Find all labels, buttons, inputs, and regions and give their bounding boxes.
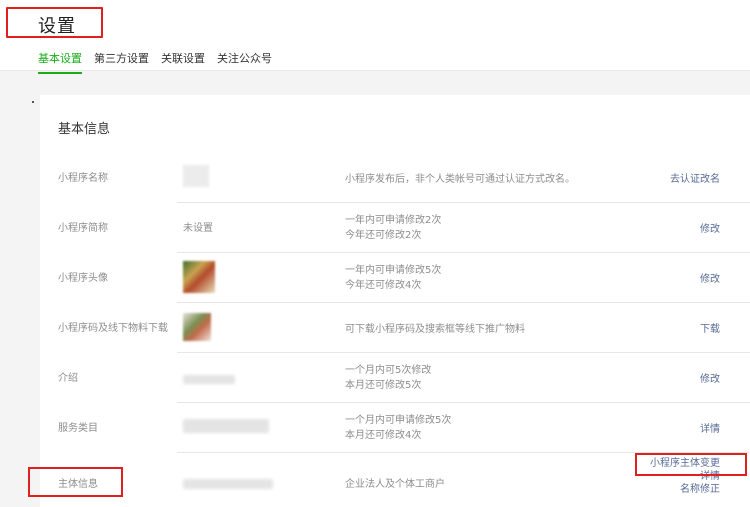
row-label: 小程序简称 bbox=[58, 223, 108, 234]
row-qr-code-download: 小程序码及线下物料下载 可下载小程序码及搜索框等线下推广物料 下载 bbox=[40, 303, 750, 353]
row-desc: 一年内可申请修改2次 今年还可修改2次 bbox=[345, 213, 441, 243]
row-label: 服务类目 bbox=[58, 423, 98, 434]
desc-line: 一年内可申请修改5次 bbox=[345, 265, 442, 276]
tab-follow-official-account[interactable]: 关注公众号 bbox=[217, 50, 272, 74]
desc-line: 本月还可修改4次 bbox=[345, 430, 422, 441]
row-introduction: 介绍 一个月内可5次修改 本月还可修改5次 修改 bbox=[40, 353, 750, 403]
desc-line: 一个月内可5次修改 bbox=[345, 365, 432, 376]
edit-intro-link[interactable]: 修改 bbox=[700, 373, 720, 386]
desc-line: 一个月内可申请修改5次 bbox=[345, 415, 452, 426]
basic-info-card: 基本信息 小程序名称 小程序发布后，非个人类帐号可通过认证方式改名。 去认证改名… bbox=[40, 95, 750, 507]
desc-line: 本月还可修改5次 bbox=[345, 380, 422, 391]
row-desc: 一个月内可5次修改 本月还可修改5次 bbox=[345, 363, 431, 393]
page-header: 设置 基本设置 第三方设置 关联设置 关注公众号 bbox=[0, 0, 750, 74]
entity-change-highlight-box bbox=[635, 453, 747, 476]
blurred-name-image bbox=[183, 165, 209, 187]
row-value: 未设置 bbox=[183, 223, 213, 234]
name-correction-link[interactable]: 名称修正 bbox=[650, 483, 720, 496]
row-label: 小程序头像 bbox=[58, 273, 108, 284]
desc-line: 今年还可修改2次 bbox=[345, 230, 422, 241]
row-label: 介绍 bbox=[58, 373, 78, 384]
blurred-intro-text bbox=[183, 375, 235, 384]
row-desc: 可下载小程序码及搜索框等线下推广物料 bbox=[345, 324, 525, 335]
edit-short-name-link[interactable]: 修改 bbox=[700, 223, 720, 236]
entity-label-highlight-box bbox=[28, 467, 123, 497]
row-short-name: 小程序简称 未设置 一年内可申请修改2次 今年还可修改2次 修改 bbox=[40, 203, 750, 253]
row-desc: 一个月内可申请修改5次 本月还可修改4次 bbox=[345, 413, 451, 443]
tab-association-settings[interactable]: 关联设置 bbox=[161, 50, 205, 74]
service-category-details-link[interactable]: 详情 bbox=[700, 423, 720, 436]
avatar bbox=[183, 261, 215, 293]
row-mini-program-name: 小程序名称 小程序发布后，非个人类帐号可通过认证方式改名。 去认证改名 bbox=[40, 153, 750, 203]
stray-dot bbox=[32, 101, 34, 103]
blurred-category-text bbox=[183, 419, 269, 433]
download-link[interactable]: 下载 bbox=[700, 323, 720, 336]
row-desc: 小程序发布后，非个人类帐号可通过认证方式改名。 bbox=[345, 174, 575, 185]
row-avatar: 小程序头像 一年内可申请修改5次 今年还可修改4次 修改 bbox=[40, 253, 750, 303]
row-label: 小程序码及线下物料下载 bbox=[58, 323, 168, 334]
row-desc: 企业法人及个体工商户 bbox=[345, 479, 445, 490]
settings-tabs: 基本设置 第三方设置 关联设置 关注公众号 bbox=[38, 50, 272, 74]
row-label: 小程序名称 bbox=[58, 173, 108, 184]
qr-code-thumbnail bbox=[183, 313, 211, 341]
section-title: 基本信息 bbox=[58, 122, 111, 137]
blurred-entity-name bbox=[183, 479, 273, 489]
tab-basic-settings[interactable]: 基本设置 bbox=[38, 50, 82, 74]
edit-avatar-link[interactable]: 修改 bbox=[700, 273, 720, 286]
row-service-category: 服务类目 一个月内可申请修改5次 本月还可修改4次 详情 bbox=[40, 403, 750, 453]
rename-by-verification-link[interactable]: 去认证改名 bbox=[670, 173, 720, 186]
desc-line: 今年还可修改4次 bbox=[345, 280, 422, 291]
title-highlight-box bbox=[6, 7, 103, 38]
tab-third-party-settings[interactable]: 第三方设置 bbox=[94, 50, 149, 74]
row-desc: 一年内可申请修改5次 今年还可修改4次 bbox=[345, 263, 441, 293]
desc-line: 一年内可申请修改2次 bbox=[345, 215, 442, 226]
